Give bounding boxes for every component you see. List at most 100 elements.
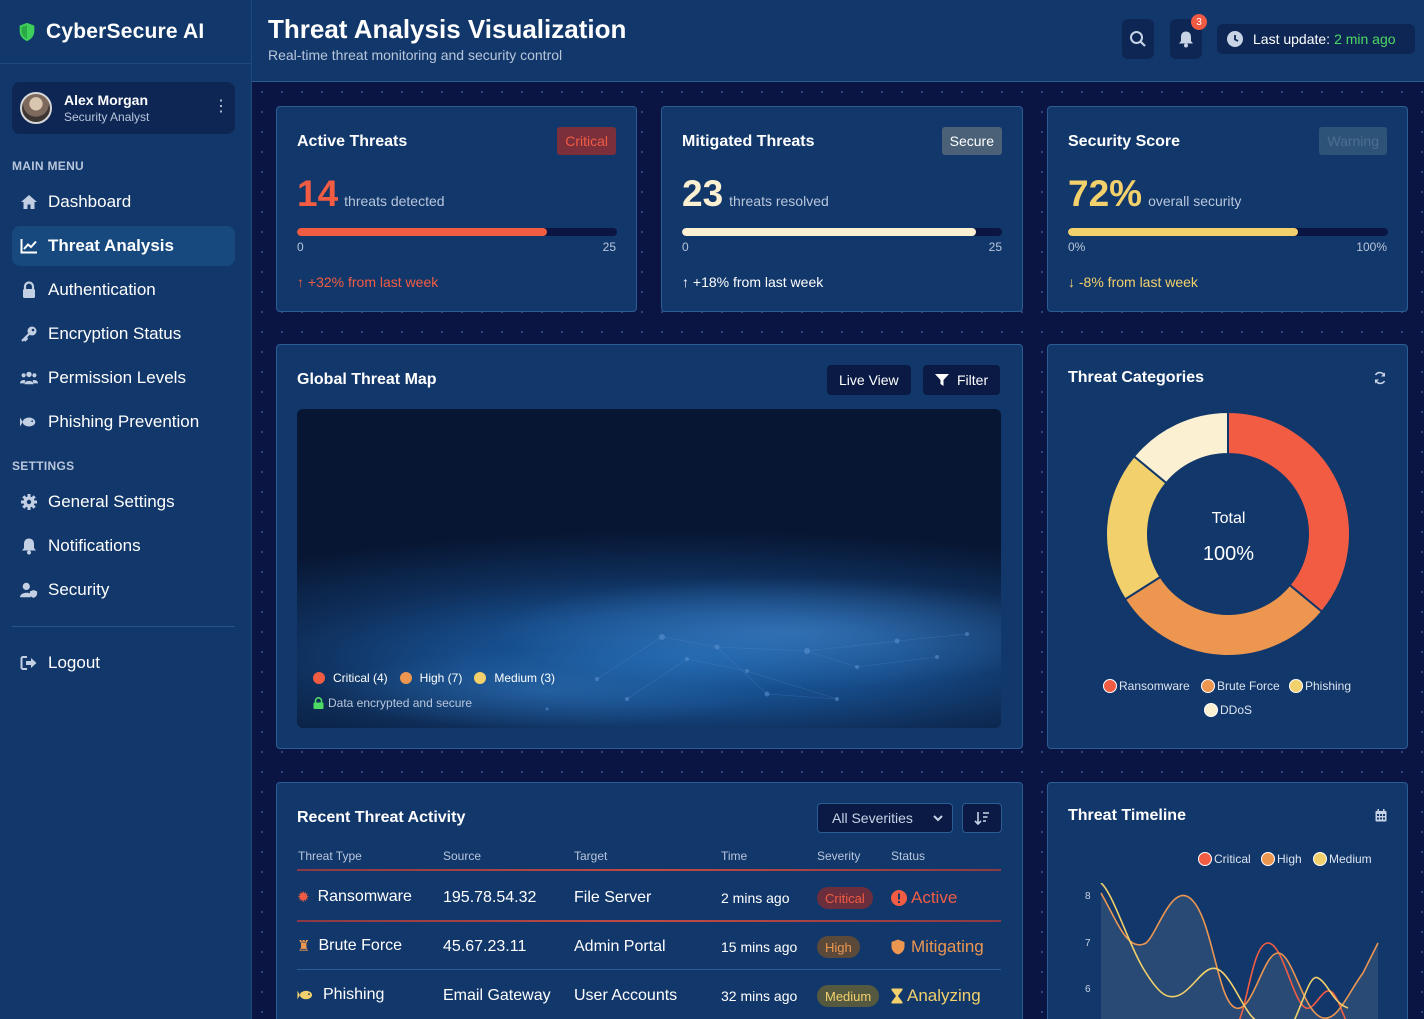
- sidebar-item-general-settings[interactable]: General Settings: [12, 482, 235, 522]
- source-cell: 45.67.23.11: [443, 938, 527, 955]
- card-title: Active Threats: [297, 133, 408, 150]
- secure-note-text: Data encrypted and secure: [328, 696, 473, 710]
- card-title: Threat Timeline: [1068, 807, 1186, 824]
- column-header: Severity: [817, 849, 861, 863]
- sidebar-item-security[interactable]: Security: [12, 570, 235, 610]
- update-value: 2 min ago: [1334, 31, 1396, 47]
- sidebar-item-label: Authentication: [48, 280, 156, 299]
- main-content: Active Threats Critical 14 threats detect…: [252, 82, 1424, 1019]
- user-role: Security Analyst: [64, 110, 150, 124]
- sidebar-item-phishing-prevention[interactable]: Phishing Prevention: [12, 402, 235, 442]
- sort-icon: [974, 812, 989, 825]
- column-header: Status: [891, 849, 926, 863]
- chart-line-icon: [20, 237, 38, 255]
- bar-min-label: 0%: [1068, 240, 1086, 254]
- trend-text: ↑ +18% from last week: [682, 274, 823, 290]
- stat-unit: threats resolved: [729, 193, 829, 209]
- threat-timeline-card: Threat Timeline Critical High Medium 8 7…: [1047, 782, 1408, 1019]
- user-card[interactable]: Alex Morgan Security Analyst ⋮: [12, 82, 235, 134]
- progress-bar: [1068, 228, 1388, 236]
- page-title: Threat Analysis Visualization: [268, 14, 627, 44]
- progress-fill: [297, 228, 547, 236]
- main-menu-label: MAIN MENU: [12, 159, 85, 173]
- donut-chart[interactable]: [1048, 399, 1409, 659]
- refresh-icon[interactable]: [1373, 371, 1387, 385]
- update-label: Last update:: [1253, 31, 1331, 47]
- sidebar-item-authentication[interactable]: Authentication: [12, 270, 235, 310]
- sort-button[interactable]: [962, 803, 1002, 833]
- recent-threat-activity-card: Recent Threat Activity All Severities Th…: [276, 782, 1023, 1019]
- legend-high: High (7): [399, 671, 462, 685]
- legend-critical: Critical: [1198, 852, 1251, 866]
- gear-icon: [20, 493, 38, 511]
- map-legend: Critical (4) High (7) Medium (3): [313, 671, 567, 685]
- arrow-up-icon: ↑: [297, 274, 304, 290]
- clock-icon: [1227, 31, 1243, 47]
- legend-brute-force: Brute Force: [1201, 679, 1280, 693]
- notifications-button[interactable]: 3: [1170, 14, 1207, 59]
- kebab-menu-icon[interactable]: ⋮: [213, 99, 229, 115]
- sidebar-item-label: Dashboard: [48, 192, 132, 211]
- sidebar-item-encryption-status[interactable]: Encryption Status: [12, 314, 235, 354]
- donut-center-value: 100%: [1202, 543, 1255, 565]
- header: Threat Analysis Visualization Real-time …: [252, 0, 1424, 82]
- card-title: Global Threat Map: [297, 371, 437, 388]
- sidebar-item-label: Logout: [48, 653, 100, 672]
- sidebar-item-label: General Settings: [48, 492, 175, 511]
- bar-max-label: 25: [602, 240, 616, 254]
- stat-unit: overall security: [1148, 193, 1242, 209]
- user-ninja-icon: ♜: [297, 938, 311, 955]
- stat-value: 72% overall security: [1068, 173, 1241, 215]
- status-badge: Secure: [941, 127, 1002, 155]
- stat-card-security-score: Security Score Warning 72% overall securi…: [1047, 106, 1408, 312]
- sidebar-item-label: Notifications: [48, 536, 141, 555]
- sidebar-divider: [12, 626, 235, 627]
- card-title: Threat Categories: [1068, 369, 1205, 386]
- progress-fill: [682, 228, 977, 236]
- sidebar: CyberSecure AI Alex Morgan Security Anal…: [0, 0, 252, 1019]
- time-cell: 15 mins ago: [721, 939, 798, 955]
- stat-number: 72%: [1068, 173, 1143, 214]
- source-cell: 195.78.54.32: [443, 889, 537, 906]
- threat-map[interactable]: Critical (4) High (7) Medium (3) Data en…: [297, 409, 1001, 728]
- sidebar-item-label: Threat Analysis: [48, 236, 174, 255]
- time-cell: 32 mins ago: [721, 988, 798, 1004]
- key-icon: [20, 325, 38, 343]
- sidebar-item-threat-analysis[interactable]: Threat Analysis: [12, 226, 235, 266]
- legend-critical: Critical (4): [313, 671, 388, 685]
- sidebar-item-dashboard[interactable]: Dashboard: [12, 182, 235, 222]
- avatar: [20, 92, 52, 124]
- column-header: Target: [574, 849, 608, 863]
- stat-number: 14: [297, 173, 339, 214]
- status-badge: Critical: [557, 127, 616, 155]
- search-button[interactable]: [1122, 19, 1154, 59]
- row-divider: [297, 869, 1001, 871]
- filter-button[interactable]: Filter: [923, 365, 1001, 395]
- severity-badge: Critical: [817, 887, 873, 909]
- sidebar-item-label: Security: [48, 580, 110, 599]
- sidebar-item-label: Phishing Prevention: [48, 412, 200, 431]
- fish-icon: [297, 990, 312, 1000]
- sidebar-item-logout[interactable]: Logout: [12, 643, 235, 683]
- timeline-chart[interactable]: [1048, 883, 1409, 1019]
- settings-label: SETTINGS: [12, 459, 75, 473]
- card-title: Recent Threat Activity: [297, 809, 466, 826]
- alert-circle-icon: [891, 890, 907, 906]
- bar-min-label: 0: [682, 240, 689, 254]
- sidebar-item-notifications[interactable]: Notifications: [12, 526, 235, 566]
- progress-bar: [682, 228, 1002, 236]
- home-icon: [20, 193, 38, 211]
- global-threat-map-card: Global Threat Map Live View Filter Criti…: [276, 344, 1023, 749]
- fish-icon: [20, 413, 38, 431]
- slice-brute-force[interactable]: [1123, 575, 1324, 657]
- severity-filter-select[interactable]: All Severities: [817, 803, 953, 833]
- severity-badge: Medium: [817, 985, 880, 1007]
- legend-ransomware: Ransomware: [1103, 679, 1190, 693]
- user-name: Alex Morgan: [64, 92, 149, 108]
- sidebar-item-permission-levels[interactable]: Permission Levels: [12, 358, 235, 398]
- trend-text: ↓ -8% from last week: [1068, 274, 1198, 290]
- trend-text: ↑ +32% from last week: [297, 274, 438, 290]
- calendar-icon[interactable]: [1375, 809, 1387, 822]
- live-view-button[interactable]: Live View: [827, 365, 911, 395]
- target-cell: File Server: [574, 889, 652, 906]
